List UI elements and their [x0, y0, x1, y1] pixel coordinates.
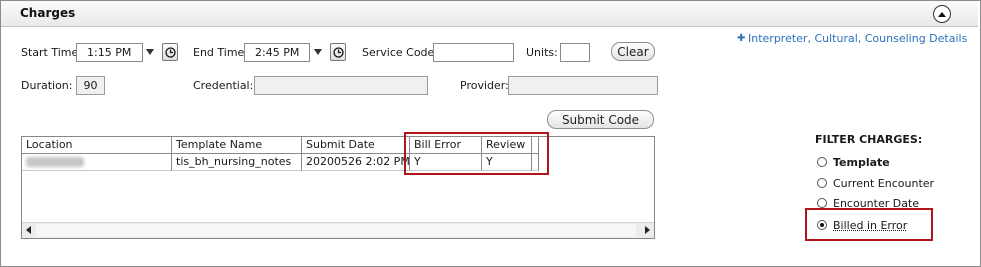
- column-header-template-name[interactable]: Template Name: [172, 137, 302, 154]
- section-header: Charges: [1, 1, 978, 27]
- provider-field: [508, 76, 658, 95]
- credential-label: Credential:: [193, 79, 254, 92]
- start-time-clock-button[interactable]: [162, 43, 178, 61]
- radio-label-template: Template: [833, 156, 890, 169]
- end-time-clock-button[interactable]: [330, 43, 346, 61]
- horizontal-scrollbar[interactable]: [22, 222, 654, 238]
- clock-icon: [164, 46, 176, 58]
- start-time-label: Start Time:: [21, 46, 82, 59]
- clock-icon: [332, 46, 344, 58]
- service-code-field[interactable]: [433, 43, 514, 62]
- table-header: Location Template Name Submit Date Bill …: [22, 137, 654, 154]
- radio-current-encounter[interactable]: [817, 178, 827, 188]
- provider-label: Provider:: [460, 79, 509, 92]
- end-time-dropdown-icon[interactable]: [314, 49, 322, 55]
- plus-icon[interactable]: ✚: [737, 33, 745, 44]
- submit-code-button[interactable]: Submit Code: [547, 110, 654, 129]
- charges-table: Location Template Name Submit Date Bill …: [21, 136, 655, 239]
- scroll-right-icon[interactable]: [645, 226, 650, 234]
- cell-template-name: tis_bh_nursing_notes: [172, 154, 302, 171]
- start-time-field[interactable]: 1:15 PM: [76, 43, 143, 62]
- chevron-up-icon: [938, 12, 946, 17]
- radio-encounter-date[interactable]: [817, 198, 827, 208]
- units-field[interactable]: [560, 43, 590, 62]
- interpreter-details-link[interactable]: Interpreter, Cultural, Counseling Detail…: [748, 32, 967, 45]
- radio-label-current-encounter: Current Encounter: [833, 177, 935, 190]
- filter-charges-title: FILTER CHARGES:: [815, 133, 923, 146]
- credential-field: [254, 76, 428, 95]
- billed-in-error-highlight-box: [805, 208, 933, 241]
- duration-label: Duration:: [21, 79, 73, 92]
- collapse-button[interactable]: [933, 5, 951, 23]
- start-time-dropdown-icon[interactable]: [146, 49, 154, 55]
- units-label: Units:: [526, 46, 558, 59]
- section-title: Charges: [20, 6, 76, 20]
- cell-location: [22, 154, 172, 171]
- end-time-field[interactable]: 2:45 PM: [244, 43, 310, 62]
- bill-error-highlight-box: [404, 132, 549, 175]
- end-time-label: End Time:: [193, 46, 249, 59]
- column-header-submit-date[interactable]: Submit Date: [302, 137, 410, 154]
- redacted-location: [26, 157, 84, 167]
- service-code-label: Service Code:: [362, 46, 439, 59]
- column-header-location[interactable]: Location: [22, 137, 172, 154]
- clear-button[interactable]: Clear: [611, 42, 655, 61]
- scroll-left-icon[interactable]: [26, 226, 31, 234]
- radio-template[interactable]: [817, 157, 827, 167]
- scroll-thumb[interactable]: [36, 224, 636, 237]
- cell-submit-date: 20200526 2:02 PM: [302, 154, 410, 171]
- duration-field: 90: [76, 76, 105, 95]
